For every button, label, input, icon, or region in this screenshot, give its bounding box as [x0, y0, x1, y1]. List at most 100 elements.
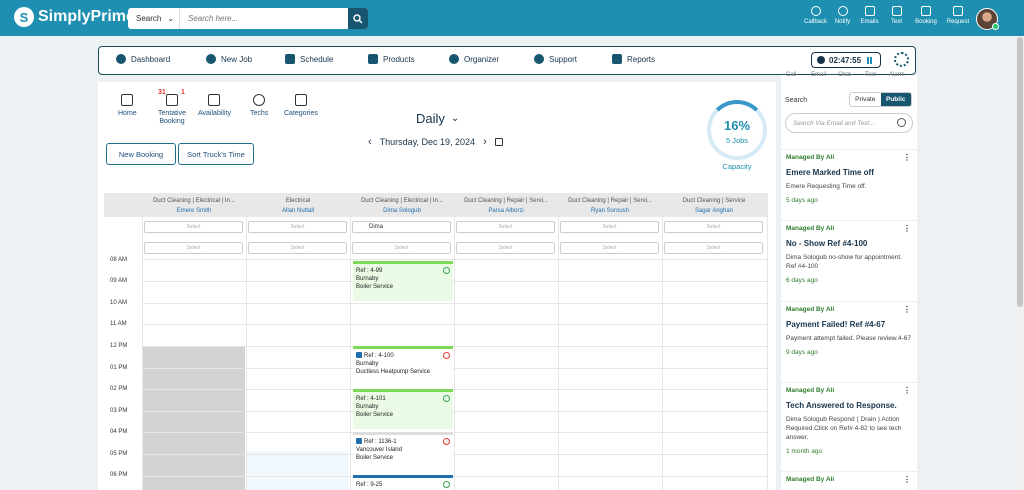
database-icon: [368, 54, 378, 64]
search-icon: [353, 13, 363, 23]
request-button[interactable]: Request: [942, 6, 974, 25]
activity-card[interactable]: ⋮ Managed By Ali No - Show Ref #4-100 Di…: [781, 220, 917, 302]
job-card[interactable]: Ref : 9-25: [353, 475, 453, 490]
activity-card[interactable]: ⋮ Managed By Ali Payment Failed! Ref #4-…: [781, 301, 917, 383]
truck-select[interactable]: Select: [144, 221, 243, 233]
nav-schedule[interactable]: Schedule: [285, 54, 333, 64]
grid-line: [142, 324, 768, 325]
secondary-select[interactable]: Select: [664, 242, 763, 254]
checkbox-icon: [285, 54, 295, 64]
more-options-icon[interactable]: ⋮: [903, 475, 911, 484]
nav-dashboard[interactable]: Dashboard: [116, 54, 170, 64]
shield-user-icon: [449, 54, 459, 64]
time-label: 10 AM: [110, 300, 128, 306]
nav-reports[interactable]: Reports: [612, 54, 655, 64]
tool-techs[interactable]: Techs: [250, 94, 268, 118]
more-options-icon[interactable]: ⋮: [903, 153, 911, 162]
bell-icon: [837, 6, 848, 16]
capacity-label: Capacity: [722, 162, 752, 171]
global-search: Search ⌄: [128, 8, 368, 29]
more-options-icon[interactable]: ⋮: [903, 305, 911, 314]
grid-line: [142, 454, 768, 455]
grid-line: [142, 346, 768, 347]
work-timer[interactable]: 02:47:55: [811, 52, 881, 68]
tool-home[interactable]: Home: [118, 94, 137, 118]
nav-organizer[interactable]: Organizer: [449, 54, 499, 64]
camera-icon: [294, 94, 307, 106]
truck-select[interactable]: Select: [560, 221, 659, 233]
job-card[interactable]: Ref : 4-101 Burnaby Boiler Service: [353, 389, 453, 429]
secondary-select[interactable]: Select: [248, 242, 347, 254]
secondary-select[interactable]: Select: [456, 242, 555, 254]
scrollbar-thumb[interactable]: [1017, 37, 1023, 307]
search-button[interactable]: [348, 8, 368, 29]
check-circle-icon: [443, 481, 450, 488]
tab-alarm[interactable]: Alarm: [889, 72, 905, 78]
tab-call[interactable]: Call: [786, 72, 796, 78]
chevron-down-icon: ⌄: [450, 113, 460, 124]
private-option[interactable]: Private: [850, 93, 881, 106]
mail-icon: [864, 6, 875, 16]
grid-line: [142, 411, 768, 412]
grid-line: [142, 476, 768, 477]
secondary-select[interactable]: Select: [144, 242, 243, 254]
job-card[interactable]: Ref : 4-99 Burnaby Boiler Service: [353, 261, 453, 301]
grid-line: [558, 217, 559, 490]
tab-text[interactable]: Text: [865, 72, 876, 78]
prev-day-button[interactable]: ‹: [368, 136, 372, 148]
tab-chat[interactable]: Chat: [838, 72, 851, 78]
search-scope-dropdown[interactable]: Search ⌄: [128, 8, 180, 29]
truck-select[interactable]: Select: [248, 221, 347, 233]
tool-availability[interactable]: Availability: [198, 94, 231, 118]
chat-icon: [891, 6, 902, 16]
activity-card[interactable]: ⋮ Managed By Ali Tech Answered to Respon…: [781, 382, 917, 472]
emails-button[interactable]: Emails: [856, 6, 883, 25]
activity-card[interactable]: ⋮ Managed By Ali Emere Marked Time off E…: [781, 149, 917, 221]
view-mode-dropdown[interactable]: Daily ⌄: [416, 111, 459, 126]
logo[interactable]: S SimplyPrime: [14, 7, 135, 27]
sort-truck-time-button[interactable]: Sort Truck's Time: [178, 143, 254, 165]
capacity-percent: 16%: [723, 118, 751, 133]
search-icon: [897, 118, 906, 127]
text-button[interactable]: Text: [883, 6, 910, 25]
more-options-icon[interactable]: ⋮: [903, 224, 911, 233]
clock-alert-icon: [443, 352, 450, 359]
truck-select[interactable]: Select: [664, 221, 763, 233]
more-options-icon[interactable]: ⋮: [903, 386, 911, 395]
activity-search-input[interactable]: Search Via Email and Text...: [785, 113, 913, 133]
nav-support[interactable]: Support: [534, 54, 577, 64]
tab-email[interactable]: Email: [811, 72, 826, 78]
nav-products[interactable]: Products: [368, 54, 415, 64]
pause-icon[interactable]: [867, 56, 873, 64]
truck-select[interactable]: Select: [456, 221, 555, 233]
next-day-button[interactable]: ›: [483, 136, 487, 148]
new-booking-button[interactable]: New Booking: [106, 143, 176, 165]
activity-card[interactable]: ⋮ Managed By Ali: [781, 471, 917, 490]
tool-tentative-booking[interactable]: Tentative Booking: [155, 94, 189, 126]
clock-alert-icon: [443, 438, 450, 445]
grid-line: [767, 217, 768, 490]
person-add-icon: [206, 54, 216, 64]
highlighted-slot: [247, 451, 349, 490]
public-option[interactable]: Public: [880, 93, 911, 106]
calendar-picker-icon[interactable]: [494, 138, 503, 146]
tool-categories[interactable]: Categories: [284, 94, 318, 118]
secondary-select[interactable]: Select: [352, 242, 451, 254]
chevron-down-icon: ⌄: [167, 14, 175, 23]
activity-panel: Call Email Chat Text Alarm Search Privat…: [781, 72, 917, 490]
home-icon: [121, 94, 134, 106]
job-card[interactable]: Ref : 4-100 Burnaby Ductless Heatpump Se…: [353, 346, 453, 386]
tech-columns-header: Duct Cleaning | Electrical | In... Emere …: [104, 193, 768, 217]
notify-button[interactable]: Notify: [829, 6, 856, 25]
booking-button[interactable]: Booking: [910, 6, 942, 25]
checkbox-icon[interactable]: [356, 438, 362, 445]
truck-select[interactable]: Dima: [352, 221, 451, 233]
checkbox-icon[interactable]: [356, 352, 362, 359]
job-card[interactable]: Ref : 1136-1 Vancouver Island Boiler Ser…: [353, 432, 453, 472]
time-label: 05 PM: [110, 451, 128, 457]
search-input[interactable]: [180, 8, 348, 29]
gear-icon[interactable]: [894, 52, 909, 67]
secondary-select[interactable]: Select: [560, 242, 659, 254]
callback-button[interactable]: Callback: [802, 6, 829, 25]
nav-new-job[interactable]: New Job: [206, 54, 252, 64]
